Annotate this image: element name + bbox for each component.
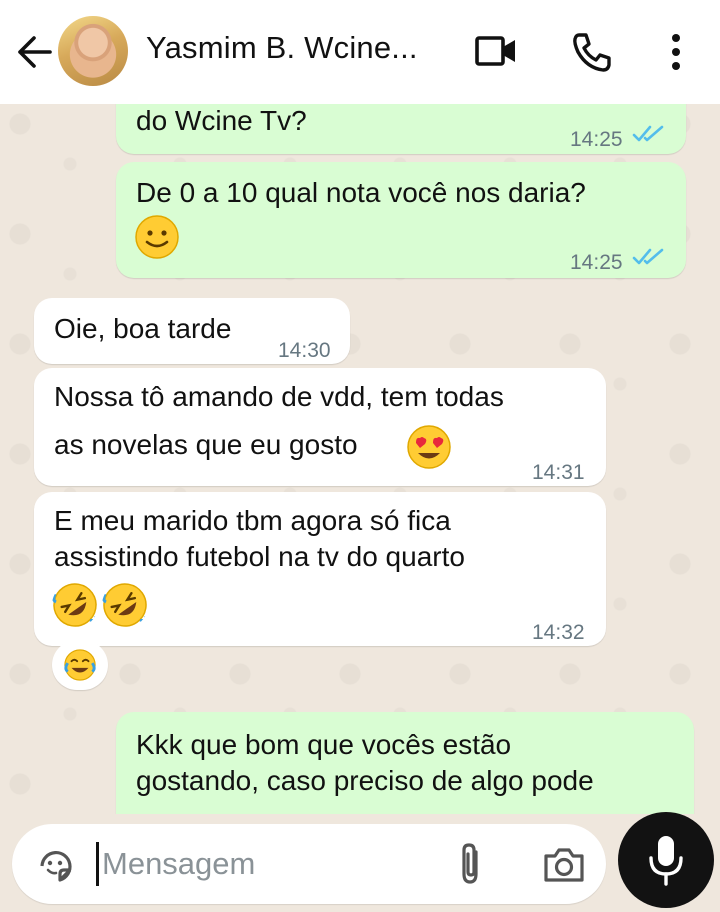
incoming-message[interactable]: Nossa tô amando de vdd, tem todas as nov… bbox=[34, 368, 606, 486]
message-time: 14:25 bbox=[570, 128, 623, 151]
rolling-on-floor-laughing-emoji bbox=[102, 583, 148, 627]
more-options-icon[interactable] bbox=[664, 30, 688, 74]
video-call-icon[interactable] bbox=[474, 34, 518, 68]
heart-eyes-face-emoji bbox=[407, 425, 451, 469]
message-text-line: assistindo futebol na tv do quarto bbox=[54, 541, 465, 572]
read-ticks-icon bbox=[632, 125, 664, 142]
voice-message-button[interactable] bbox=[618, 812, 714, 908]
chat-messages-area[interactable]: do Wcine Tv? 14:25 De 0 a 10 qual nota v… bbox=[0, 104, 720, 814]
contact-avatar[interactable] bbox=[58, 16, 128, 86]
message-time: 14:31 bbox=[532, 461, 585, 484]
message-time: 14:32 bbox=[532, 621, 585, 644]
outgoing-message[interactable]: do Wcine Tv? 14:25 bbox=[116, 104, 686, 154]
voice-call-icon[interactable] bbox=[570, 30, 614, 74]
message-text-line: Nossa tô amando de vdd, tem todas bbox=[54, 381, 504, 412]
message-time: 14:30 bbox=[278, 339, 331, 362]
message-time: 14:25 bbox=[570, 251, 623, 274]
message-input[interactable] bbox=[102, 838, 432, 890]
message-text-line: as novelas que eu gosto bbox=[54, 429, 358, 460]
message-reaction[interactable] bbox=[52, 640, 108, 690]
incoming-message[interactable]: E meu marido tbm agora só fica assistind… bbox=[34, 492, 606, 646]
slightly-smiling-face-emoji bbox=[135, 215, 179, 259]
camera-icon[interactable] bbox=[542, 846, 586, 884]
message-text: De 0 a 10 qual nota você nos daria? bbox=[136, 177, 586, 208]
read-ticks-icon bbox=[632, 248, 664, 265]
outgoing-message[interactable]: Kkk que bom que vocês estão gostando, ca… bbox=[116, 712, 694, 814]
message-text-line: gostando, caso preciso de algo pode bbox=[136, 765, 594, 796]
incoming-message[interactable]: Oie, boa tarde 14:30 bbox=[34, 298, 350, 364]
chat-header: Yasmim B. Wcine... bbox=[0, 0, 720, 104]
attach-icon[interactable] bbox=[456, 842, 486, 886]
message-text: do Wcine Tv? bbox=[136, 105, 307, 136]
sticker-icon[interactable] bbox=[36, 846, 76, 886]
mic-icon bbox=[649, 836, 683, 886]
back-arrow-icon[interactable] bbox=[14, 34, 54, 70]
face-with-tears-of-joy-emoji bbox=[64, 649, 96, 681]
message-input-container[interactable] bbox=[12, 824, 606, 904]
message-text: Oie, boa tarde bbox=[54, 313, 232, 344]
outgoing-message[interactable]: De 0 a 10 qual nota você nos daria? 14:2… bbox=[116, 162, 686, 278]
message-composer bbox=[0, 814, 720, 912]
text-cursor bbox=[96, 842, 99, 886]
contact-name[interactable]: Yasmim B. Wcine... bbox=[146, 30, 418, 66]
message-text-line: Kkk que bom que vocês estão bbox=[136, 729, 512, 760]
message-text-line: E meu marido tbm agora só fica bbox=[54, 505, 451, 536]
rolling-on-floor-laughing-emoji bbox=[52, 583, 98, 627]
